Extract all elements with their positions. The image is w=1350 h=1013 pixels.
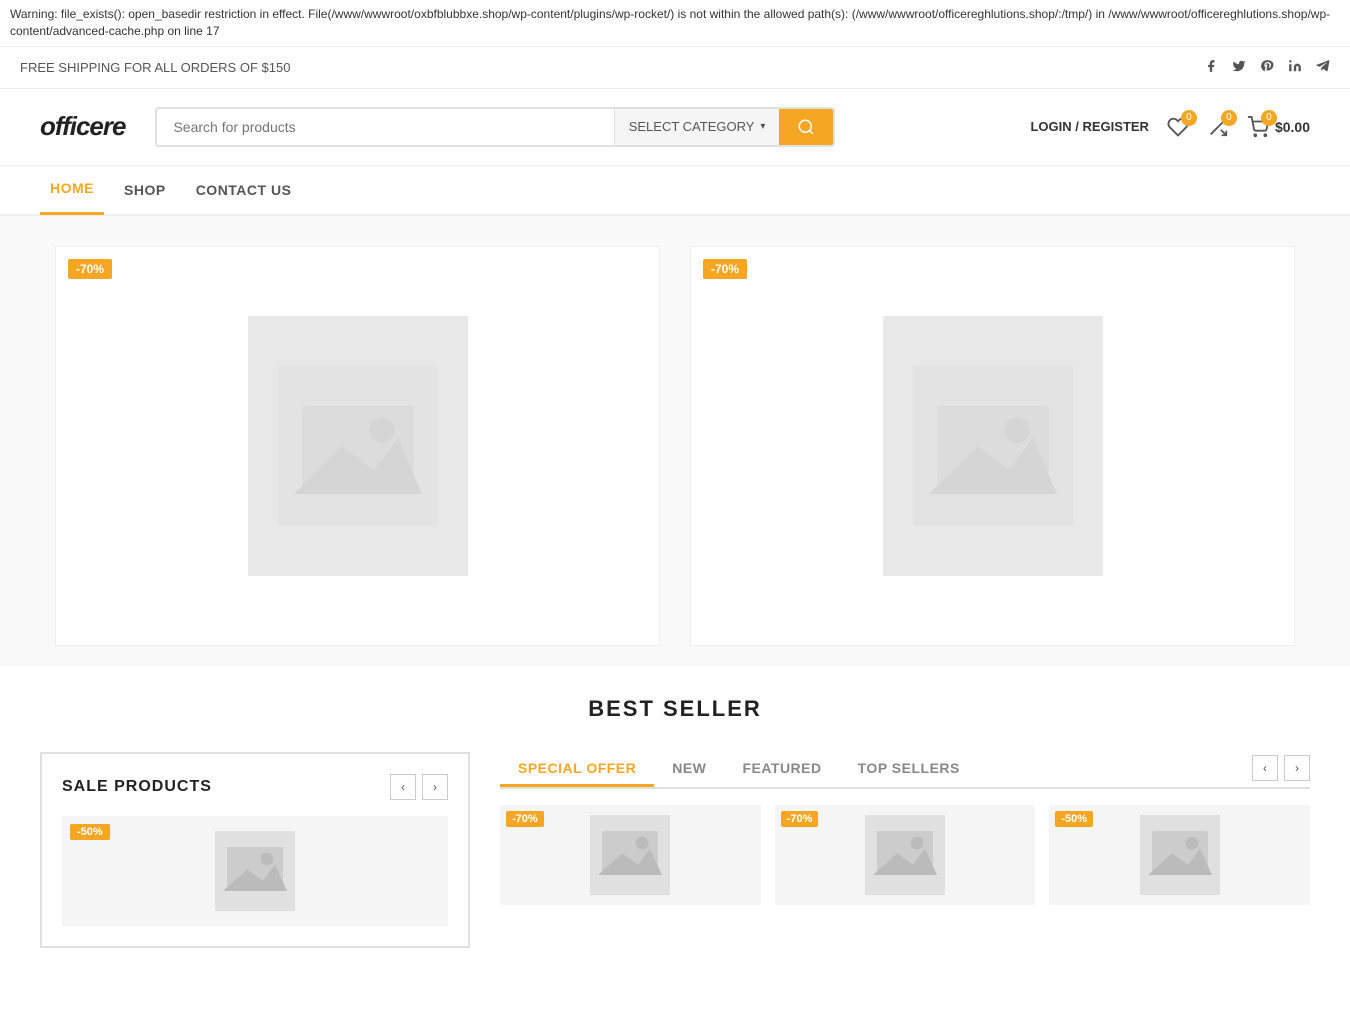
- special-offer-thumb-2[interactable]: -70%: [775, 805, 1036, 905]
- thumb-discount-2: -70%: [781, 811, 819, 827]
- thumb-placeholder-1: [590, 815, 670, 895]
- special-offer-nav: ‹ ›: [1252, 755, 1310, 787]
- product-cards-area: -70% -70%: [0, 216, 1350, 666]
- cart-icon-wrapper: 0: [1247, 116, 1269, 138]
- placeholder-image-icon-1: [278, 366, 438, 526]
- header-actions: LOGIN / REGISTER 0 0: [1030, 116, 1310, 138]
- search-icon: [797, 118, 815, 136]
- compare-count: 0: [1221, 110, 1237, 126]
- telegram-icon[interactable]: [1316, 59, 1330, 76]
- wishlist-count: 0: [1181, 110, 1197, 126]
- discount-badge-1: -70%: [68, 259, 112, 279]
- bottom-panels: SALE PRODUCTS ‹ › -50% SPECIAL OFFER: [0, 742, 1350, 978]
- sale-product-placeholder: [215, 831, 295, 911]
- cart-count: 0: [1261, 110, 1277, 126]
- warning-bar: Warning: file_exists(): open_basedir res…: [0, 0, 1350, 47]
- thumb-placeholder-3: [1140, 815, 1220, 895]
- top-bar: FREE SHIPPING FOR ALL ORDERS OF $150: [0, 47, 1350, 89]
- discount-badge-2: -70%: [703, 259, 747, 279]
- product-card-1[interactable]: -70%: [55, 246, 660, 646]
- thumb-placeholder-2: [865, 815, 945, 895]
- nav-item-home[interactable]: HOME: [40, 165, 104, 215]
- thumb-discount-3: -50%: [1055, 811, 1093, 827]
- special-offer-next-button[interactable]: ›: [1284, 755, 1310, 781]
- special-offer-thumb-1[interactable]: -70%: [500, 805, 761, 905]
- sale-product-item-1[interactable]: -50%: [62, 816, 448, 926]
- sale-products-nav: ‹ ›: [390, 774, 448, 800]
- best-seller-title: BEST SELLER: [40, 696, 1310, 722]
- sale-products-title: SALE PRODUCTS: [62, 778, 212, 796]
- wishlist-button[interactable]: 0: [1167, 116, 1189, 138]
- category-dropdown[interactable]: SELECT CATEGORY ▾: [614, 109, 780, 145]
- tab-featured[interactable]: FEATURED: [724, 752, 839, 787]
- product-placeholder-2: [883, 316, 1103, 576]
- nav-item-contact[interactable]: CONTACT US: [186, 165, 302, 215]
- search-wrapper: SELECT CATEGORY ▾: [155, 107, 835, 147]
- special-offer-thumb-3[interactable]: -50%: [1049, 805, 1310, 905]
- cart-button[interactable]: 0 $0.00: [1247, 116, 1310, 138]
- special-offer-prev-button[interactable]: ‹: [1252, 755, 1278, 781]
- tab-new[interactable]: NEW: [654, 752, 724, 787]
- warning-text: Warning: file_exists(): open_basedir res…: [10, 7, 1330, 38]
- shipping-notice: FREE SHIPPING FOR ALL ORDERS OF $150: [20, 60, 290, 75]
- pinterest-icon[interactable]: [1260, 59, 1274, 76]
- cart-total: $0.00: [1275, 119, 1310, 135]
- best-seller-section: BEST SELLER: [0, 666, 1350, 742]
- social-icons: [1204, 59, 1330, 76]
- sale-discount-badge: -50%: [70, 824, 110, 840]
- search-button[interactable]: [779, 109, 833, 145]
- product-placeholder-1: [248, 316, 468, 576]
- placeholder-image-icon-2: [913, 366, 1073, 526]
- thumb-discount-1: -70%: [506, 811, 544, 827]
- twitter-icon[interactable]: [1232, 59, 1246, 76]
- tabs-list: SPECIAL OFFER NEW FEATURED TOP SELLERS: [500, 752, 978, 787]
- linkedin-icon[interactable]: [1288, 59, 1302, 76]
- facebook-icon[interactable]: [1204, 59, 1218, 76]
- chevron-down-icon: ▾: [760, 121, 765, 132]
- category-label: SELECT CATEGORY: [629, 119, 755, 134]
- sale-products-prev-button[interactable]: ‹: [390, 774, 416, 800]
- sale-products-panel: SALE PRODUCTS ‹ › -50%: [40, 752, 470, 948]
- tab-top-sellers[interactable]: TOP SELLERS: [840, 752, 978, 787]
- login-register-link[interactable]: LOGIN / REGISTER: [1030, 119, 1148, 134]
- special-offer-tabs-header: SPECIAL OFFER NEW FEATURED TOP SELLERS ‹…: [500, 752, 1310, 789]
- main-nav: HOME SHOP CONTACT US: [0, 166, 1350, 216]
- logo[interactable]: officere: [40, 111, 125, 142]
- nav-item-shop[interactable]: SHOP: [114, 165, 176, 215]
- compare-button[interactable]: 0: [1207, 116, 1229, 138]
- product-card-2[interactable]: -70%: [690, 246, 1295, 646]
- sale-products-header: SALE PRODUCTS ‹ ›: [62, 774, 448, 800]
- tab-special-offer[interactable]: SPECIAL OFFER: [500, 752, 654, 787]
- special-offer-panel: SPECIAL OFFER NEW FEATURED TOP SELLERS ‹…: [500, 752, 1310, 948]
- header: officere SELECT CATEGORY ▾ LOGIN / REGIS…: [0, 89, 1350, 166]
- search-input[interactable]: [157, 109, 613, 145]
- sale-products-next-button[interactable]: ›: [422, 774, 448, 800]
- special-offer-thumbs: -70% -70% -50%: [500, 805, 1310, 905]
